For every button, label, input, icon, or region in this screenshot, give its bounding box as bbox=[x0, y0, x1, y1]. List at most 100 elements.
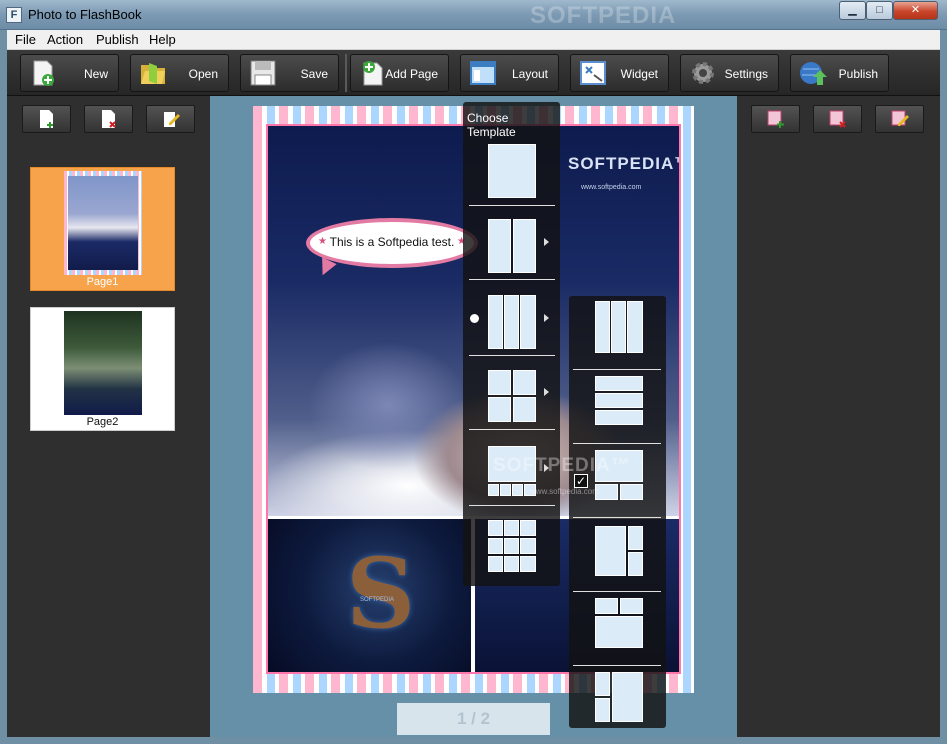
template-cell bbox=[595, 410, 643, 425]
template-cell bbox=[488, 397, 511, 422]
open-button[interactable]: Open bbox=[130, 54, 229, 92]
template-cell bbox=[513, 370, 536, 395]
close-button[interactable]: ✕ bbox=[893, 1, 938, 20]
s-logo-image: S bbox=[346, 537, 416, 650]
edit-photo-button[interactable] bbox=[875, 105, 924, 133]
edit-page-button[interactable] bbox=[146, 105, 195, 133]
new-label: New bbox=[83, 67, 108, 81]
template-cell bbox=[500, 484, 511, 496]
template-three-columns[interactable] bbox=[469, 284, 555, 356]
publish-button[interactable]: Publish bbox=[790, 54, 889, 92]
template-cell bbox=[628, 526, 643, 550]
menu-action[interactable]: Action bbox=[47, 32, 83, 47]
widget-icon bbox=[580, 61, 606, 85]
template-cell bbox=[513, 397, 536, 422]
page-list-panel: Page1 Page2 bbox=[7, 96, 210, 737]
template-cell bbox=[612, 672, 643, 722]
speech-bubble-text: This is a Softpedia test. bbox=[329, 235, 455, 249]
template-cell bbox=[520, 520, 536, 536]
template-cell bbox=[595, 616, 643, 648]
template-cell bbox=[595, 376, 643, 391]
template-cell bbox=[611, 301, 626, 353]
photo-slot-bottom-left[interactable]: S SOFTPEDIA bbox=[268, 519, 471, 672]
minimize-button[interactable]: ▁ bbox=[839, 1, 866, 20]
page-caption: Page1 bbox=[86, 276, 119, 288]
settings-label: Settings bbox=[724, 67, 768, 81]
edit-page-icon bbox=[164, 112, 180, 127]
template-cell bbox=[520, 295, 536, 349]
brand-text: SOFTPEDIA™ bbox=[568, 154, 681, 173]
menu-file[interactable]: File bbox=[15, 32, 36, 47]
template-cell bbox=[520, 556, 536, 572]
template-cell bbox=[504, 538, 519, 554]
save-label: Save bbox=[300, 67, 328, 81]
logo-caption: SOFTPEDIA bbox=[360, 597, 395, 603]
template-cell bbox=[595, 672, 610, 696]
add-page-button[interactable]: Add Page bbox=[350, 54, 449, 92]
selected-dot-icon bbox=[470, 314, 479, 323]
maximize-button[interactable]: □ bbox=[866, 1, 893, 20]
title-bar: F Photo to FlashBook SOFTPEDIA ▁ □ ✕ bbox=[0, 0, 947, 30]
photo-panel bbox=[737, 96, 940, 737]
toolbar-separator bbox=[345, 54, 347, 92]
template-cell bbox=[595, 393, 643, 408]
template-two-columns[interactable] bbox=[469, 208, 555, 280]
add-photo-button[interactable] bbox=[751, 105, 800, 133]
delete-photo-icon bbox=[829, 110, 846, 128]
template-cell bbox=[595, 598, 618, 614]
template-cell bbox=[595, 301, 610, 353]
template-nine-grid[interactable] bbox=[469, 510, 555, 582]
page-number: 1 / 2 bbox=[456, 709, 491, 728]
layout-button[interactable]: Layout bbox=[460, 54, 559, 92]
subtemplate-three-columns[interactable] bbox=[573, 296, 661, 370]
folder-icon bbox=[141, 63, 165, 84]
add-page-label: Add Page bbox=[385, 67, 438, 81]
template-single[interactable] bbox=[469, 134, 555, 206]
menu-help[interactable]: Help bbox=[149, 32, 176, 47]
disk-icon bbox=[250, 60, 276, 86]
new-button[interactable]: New bbox=[20, 54, 119, 92]
template-four-grid[interactable] bbox=[469, 358, 555, 430]
save-button[interactable]: Save bbox=[240, 54, 339, 92]
subtemplate-left-plus-two[interactable] bbox=[573, 518, 661, 592]
layout-icon bbox=[470, 61, 496, 85]
window-title: Photo to FlashBook bbox=[28, 7, 142, 22]
template-cell bbox=[488, 144, 536, 198]
template-cell bbox=[488, 538, 503, 554]
delete-page-button[interactable] bbox=[84, 105, 133, 133]
add-page-small-button[interactable] bbox=[22, 105, 71, 133]
open-label: Open bbox=[188, 67, 218, 81]
template-cell bbox=[504, 295, 519, 349]
menu-publish[interactable]: Publish bbox=[96, 32, 139, 47]
submenu-arrow-icon bbox=[544, 238, 549, 246]
add-photo-icon bbox=[767, 110, 784, 128]
template-cell bbox=[513, 219, 536, 273]
template-cell bbox=[488, 556, 503, 572]
speech-bubble[interactable]: ★ This is a Softpedia test. ★ bbox=[306, 218, 478, 268]
template-cell bbox=[488, 370, 511, 395]
page-navigator: 1 / 2 bbox=[397, 703, 550, 735]
page-thumbnail-2[interactable]: Page2 bbox=[30, 307, 175, 431]
add-page-icon bbox=[40, 110, 53, 128]
gear-icon bbox=[692, 62, 714, 84]
subtemplate-two-plus-bottom[interactable] bbox=[573, 592, 661, 666]
page-thumbnail-1[interactable]: Page1 bbox=[30, 167, 175, 291]
template-cell bbox=[520, 538, 536, 554]
widget-label: Widget bbox=[620, 67, 658, 81]
template-cell bbox=[595, 526, 626, 576]
settings-button[interactable]: Settings bbox=[680, 54, 779, 92]
subtemplate-three-rows[interactable] bbox=[573, 370, 661, 444]
layout-label: Layout bbox=[511, 67, 548, 81]
delete-photo-button[interactable] bbox=[813, 105, 862, 133]
widget-button[interactable]: Widget bbox=[570, 54, 669, 92]
softpedia-watermark: SOFTPEDIA™ bbox=[493, 455, 631, 476]
app-icon: F bbox=[6, 7, 22, 23]
template-cell bbox=[627, 301, 643, 353]
template-cell bbox=[504, 556, 519, 572]
page-thumbnail-image bbox=[64, 171, 142, 275]
choose-template-menu: Choose Template bbox=[463, 102, 560, 586]
page-thumbnail-image bbox=[64, 311, 142, 415]
subtemplate-two-plus-right[interactable] bbox=[573, 666, 661, 740]
page-caption: Page2 bbox=[86, 416, 119, 428]
template-cell bbox=[488, 295, 503, 349]
